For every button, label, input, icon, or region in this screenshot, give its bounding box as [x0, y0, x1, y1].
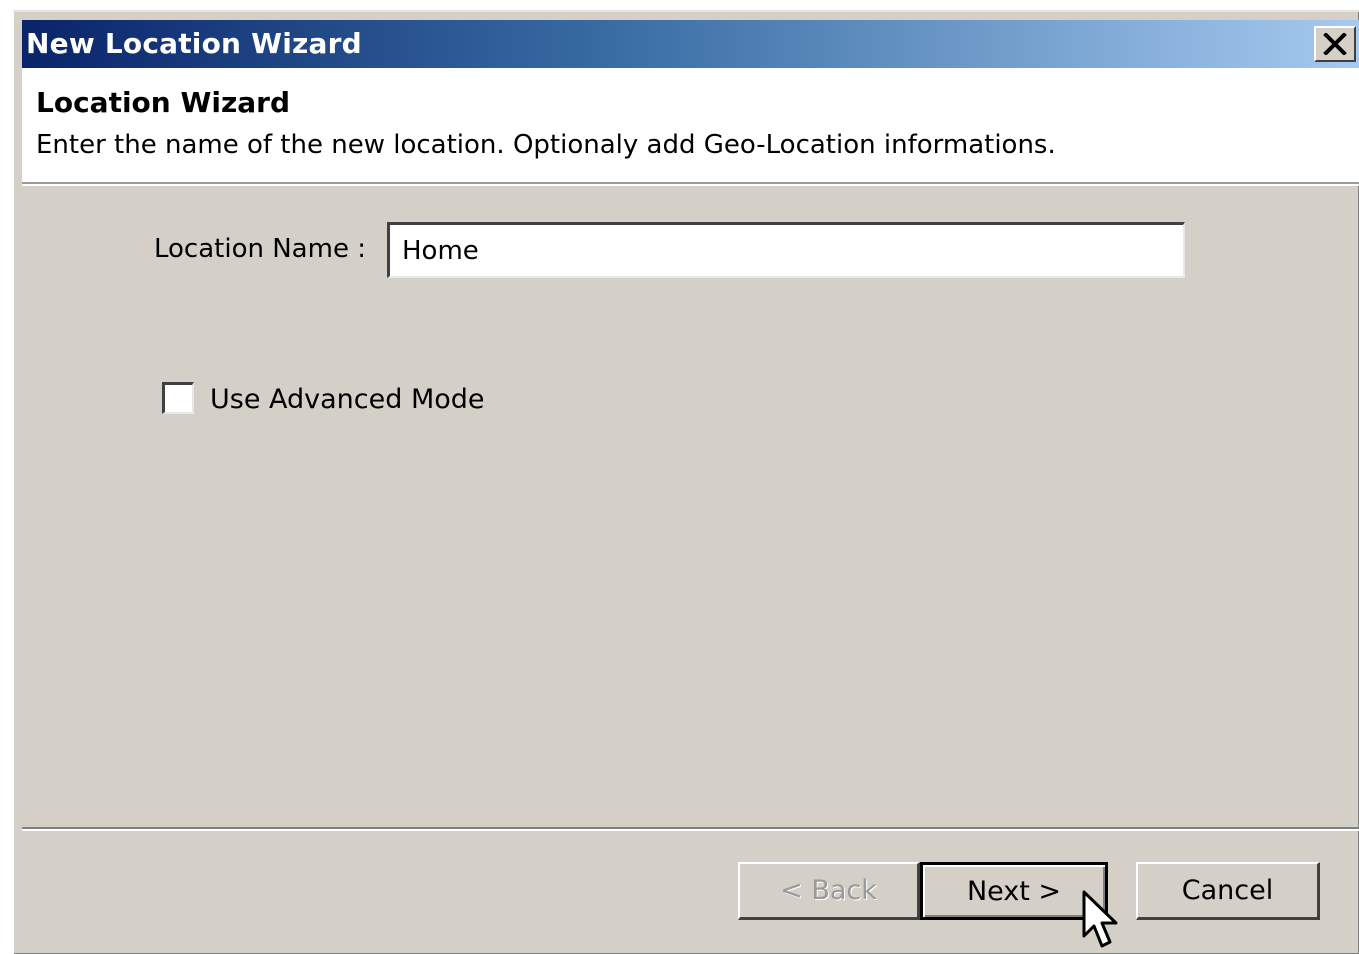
title-bar[interactable]: New Location Wizard — [22, 20, 1359, 68]
header-divider — [22, 184, 1359, 186]
next-button[interactable]: Next > — [920, 862, 1108, 920]
header-title: Location Wizard — [36, 86, 290, 119]
location-name-input[interactable] — [387, 222, 1185, 278]
window-title: New Location Wizard — [26, 27, 362, 60]
back-button[interactable]: < Back — [738, 862, 920, 920]
footer-divider-highlight — [22, 829, 1359, 831]
next-button-label: Next > — [966, 875, 1062, 907]
advanced-mode-label[interactable]: Use Advanced Mode — [210, 384, 485, 415]
mouse-pointer-icon — [1082, 890, 1118, 948]
location-name-label: Location Name : — [154, 234, 366, 264]
advanced-mode-checkbox[interactable] — [162, 382, 194, 414]
cancel-button[interactable]: Cancel — [1136, 862, 1320, 920]
header-description: Enter the name of the new location. Opti… — [36, 130, 1056, 160]
close-button[interactable] — [1314, 26, 1356, 62]
back-button-label: < Back — [780, 875, 877, 906]
cancel-button-label: Cancel — [1181, 875, 1274, 906]
close-icon — [1323, 33, 1347, 55]
wizard-window: New Location Wizard Location Wizard Ente… — [12, 10, 1359, 954]
wizard-header: Location Wizard Enter the name of the ne… — [22, 68, 1359, 184]
